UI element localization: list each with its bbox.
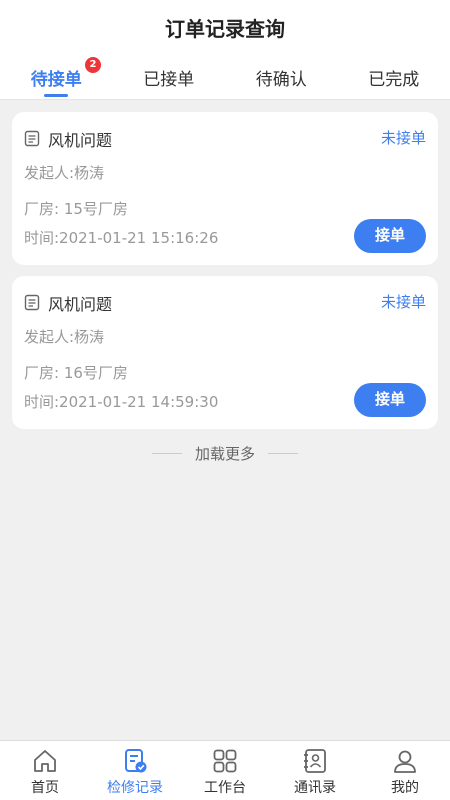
load-more-label: 加载更多 (194, 445, 255, 463)
tabbar-item-home[interactable]: 首页 (0, 741, 90, 800)
order-card-header: 风机问题 未接单 (24, 291, 426, 314)
grid-icon (213, 749, 237, 773)
order-initiator: 发起人:杨涛 (24, 164, 105, 182)
order-card-header: 风机问题 未接单 (24, 127, 426, 150)
record-icon (125, 749, 147, 773)
tabbar-item-workbench[interactable]: 工作台 (180, 741, 270, 800)
order-time: 时间:2021-01-21 15:16:26 (24, 229, 219, 247)
accept-order-button[interactable]: 接单 (354, 383, 426, 417)
document-icon (24, 294, 40, 311)
bottom-tab-bar: 首页 检修记录 工作台 通讯录 我的 (0, 740, 450, 800)
tabbar-label: 首页 (31, 780, 59, 796)
contacts-icon (304, 749, 326, 773)
order-card[interactable]: 风机问题 未接单 发起人:杨涛 厂房: 16号厂房 时间:2021-01-21 … (12, 276, 438, 429)
tab-pending[interactable]: 待接单 2 (0, 50, 113, 99)
order-card[interactable]: 风机问题 未接单 发起人:杨涛 厂房: 15号厂房 时间:2021-01-21 … (12, 112, 438, 265)
header: 订单记录查询 (0, 0, 450, 50)
load-more[interactable]: 加载更多 (0, 443, 450, 463)
tab-label: 已接单 (143, 70, 195, 90)
document-icon (24, 130, 40, 147)
order-plant: 厂房: 15号厂房 (24, 200, 128, 218)
order-time: 时间:2021-01-21 14:59:30 (24, 393, 219, 411)
tabbar-item-contacts[interactable]: 通讯录 (270, 741, 360, 800)
order-type: 风机问题 (48, 131, 113, 150)
divider (152, 453, 182, 454)
tab-completed[interactable]: 已完成 (338, 50, 450, 99)
count-badge: 2 (85, 57, 101, 73)
status-tabs: 待接单 2 已接单 待确认 已完成 (0, 50, 450, 100)
order-plant: 厂房: 16号厂房 (24, 364, 128, 382)
tab-to-confirm[interactable]: 待确认 (225, 50, 338, 99)
order-type: 风机问题 (48, 295, 113, 314)
divider (268, 453, 298, 454)
tabbar-label: 工作台 (204, 780, 246, 796)
tab-label: 已完成 (368, 70, 420, 90)
tabbar-label: 检修记录 (107, 780, 163, 796)
accept-order-button[interactable]: 接单 (354, 219, 426, 253)
order-status: 未接单 (380, 293, 426, 311)
tabbar-item-profile[interactable]: 我的 (360, 741, 450, 800)
tab-label: 待确认 (255, 70, 307, 90)
order-status: 未接单 (380, 129, 426, 147)
order-initiator: 发起人:杨涛 (24, 328, 105, 346)
tab-accepted[interactable]: 已接单 (113, 50, 226, 99)
tabbar-label: 通讯录 (294, 780, 336, 796)
active-tab-indicator (44, 94, 68, 97)
tabbar-item-records[interactable]: 检修记录 (90, 741, 180, 800)
home-icon (34, 750, 56, 772)
tab-label: 待接单 (30, 70, 82, 90)
page-title: 订单记录查询 (165, 17, 285, 41)
tabbar-label: 我的 (391, 780, 419, 796)
user-icon (394, 750, 416, 773)
